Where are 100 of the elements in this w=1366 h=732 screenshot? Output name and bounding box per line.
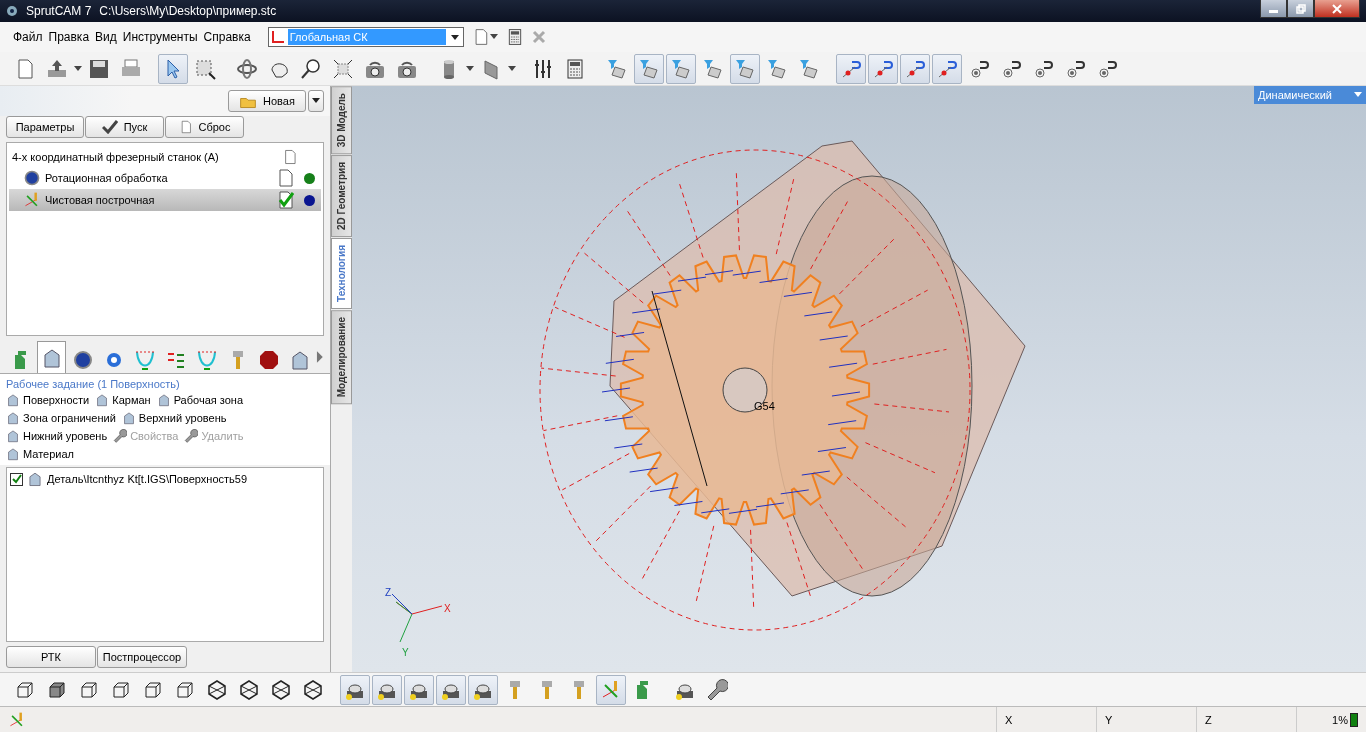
job-action[interactable]: Нижний уровень (6, 429, 108, 443)
job-action[interactable]: Зона ограничений (6, 411, 116, 425)
caret-icon (489, 34, 498, 40)
action-button[interactable]: Пуск (85, 116, 164, 138)
coordinate-field: X (1005, 713, 1013, 726)
caret-icon (74, 65, 82, 72)
machine-button[interactable] (436, 674, 466, 705)
machine-button[interactable] (404, 674, 434, 705)
new-button[interactable]: Новая (228, 90, 306, 112)
calculator-icon (564, 57, 586, 80)
restore-icon (1295, 3, 1306, 14)
filter-button[interactable] (634, 53, 664, 84)
wireframe-icon (302, 678, 324, 701)
action-button[interactable]: Сброс (165, 116, 244, 138)
job-action[interactable]: Материал (6, 447, 74, 461)
magnet-button[interactable] (836, 53, 866, 84)
menu-item[interactable]: Правка (45, 28, 93, 46)
machine-button[interactable] (340, 674, 370, 705)
document-icon (282, 148, 298, 166)
side-tab[interactable]: 3D Модель (331, 86, 352, 155)
wireframe-icon (270, 678, 292, 701)
filter-icon (734, 57, 756, 80)
dropdown-button[interactable] (308, 90, 324, 112)
panel-tab[interactable]: РТК (6, 646, 96, 668)
filter-icon (606, 57, 628, 80)
zoom-extents-icon (332, 57, 354, 80)
wireframe-icon (238, 678, 260, 701)
part-icon (27, 471, 43, 487)
part-icon (6, 411, 20, 425)
operation-name: Чистовая построчная (45, 194, 156, 206)
axes-icon (269, 29, 286, 45)
menu-item[interactable]: Вид (92, 28, 120, 46)
toolpath-button[interactable] (596, 674, 626, 705)
job-title: Рабочее задание (1 Поверхность) (6, 378, 181, 390)
axis-label: Y (402, 647, 409, 658)
checkmark-icon (101, 120, 118, 134)
operation-name: Ротационная обработка (45, 172, 169, 184)
magnet-button[interactable] (932, 53, 962, 84)
wrench-icon (184, 429, 199, 443)
part-icon (6, 447, 20, 461)
menu-item[interactable]: Справка (200, 28, 254, 46)
job-action[interactable]: Рабочая зона (156, 393, 243, 407)
operation-row[interactable]: Ротационная обработка (9, 167, 321, 189)
checkbox[interactable] (10, 472, 23, 486)
close-icon (1332, 3, 1342, 14)
filter-button[interactable] (730, 53, 760, 84)
checkmark-icon (11, 474, 22, 484)
stop-sign-icon (257, 348, 280, 371)
window-title: SprutCAM 7 (26, 4, 92, 18)
job-action[interactable]: Поверхности (6, 393, 90, 407)
menu-item[interactable]: Инструменты (119, 28, 201, 46)
part-icon (121, 411, 136, 425)
cursor-button[interactable] (158, 53, 188, 84)
coordinate-field: Z (1205, 713, 1212, 726)
orbit-icon (236, 57, 258, 80)
wireframe-icon (206, 678, 228, 701)
part-icon (156, 393, 171, 407)
close-button[interactable] (1314, 0, 1360, 18)
tool-path-icon (195, 348, 218, 371)
zoom-icon (300, 57, 322, 80)
progress-indicator-icon (1350, 712, 1358, 727)
side-tab[interactable]: Моделирование (331, 310, 352, 405)
part-icon (95, 393, 110, 407)
filter-button[interactable] (666, 53, 696, 84)
axis-triad-drawing (391, 593, 443, 643)
magnet-button[interactable] (868, 53, 898, 84)
side-tab[interactable]: Технология (331, 238, 352, 310)
origin-label: G54 (754, 400, 775, 412)
machine-button[interactable] (468, 674, 498, 705)
part-icon (6, 429, 20, 443)
view-mode-dropdown[interactable]: Динамический (1254, 86, 1366, 104)
axis-label: Z (385, 587, 392, 598)
restore-button[interactable] (1287, 0, 1314, 18)
panel-tab[interactable]: Постпроцессор (97, 646, 187, 668)
job-action[interactable]: Карман (95, 393, 151, 407)
side-tab[interactable]: 2D Геометрия (331, 155, 352, 238)
file-path: C:\Users\My\Desktop\пример.stc (99, 4, 277, 18)
menu-item[interactable]: Файл (10, 28, 46, 46)
caret-icon (466, 65, 474, 72)
magnet-button[interactable] (900, 53, 930, 84)
axis-label: X (444, 603, 451, 614)
caret-icon (312, 98, 320, 104)
wrench-icon (113, 429, 128, 443)
job-action[interactable]: Верхний уровень (121, 411, 227, 425)
machine-name: 4-х координатный фрезерный станок (А) (12, 151, 220, 163)
minimize-button[interactable] (1260, 0, 1287, 18)
scroll-right-icon (316, 349, 325, 364)
tool-path-icon (133, 348, 156, 371)
action-button[interactable]: Параметры (6, 116, 84, 138)
progress-text: 1% (1332, 713, 1348, 726)
caret-icon (1354, 92, 1362, 98)
machine-button[interactable] (372, 674, 402, 705)
surface-path: Деталь\Itcnthyz Kt[t.IGS\Поверхность59 (47, 473, 248, 485)
sliders-icon (532, 57, 554, 80)
part-icon (6, 393, 20, 407)
filter-icon (766, 57, 788, 80)
operation-row[interactable]: Чистовая построчная (9, 189, 321, 211)
operation-tab[interactable] (37, 341, 67, 373)
filter-icon (702, 57, 724, 80)
filter-icon (798, 57, 820, 80)
